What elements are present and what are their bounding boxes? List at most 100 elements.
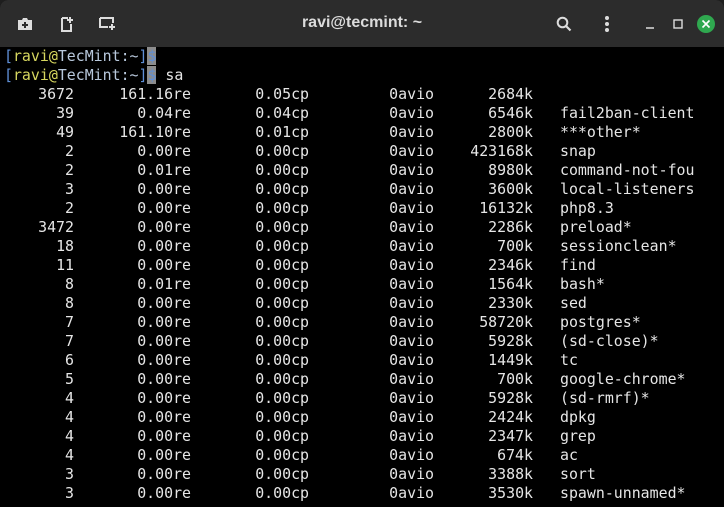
command-name-cell: (sd-rmrf)*	[560, 389, 650, 407]
real-time-cell: 0.00re	[137, 427, 191, 445]
menu-icon[interactable]	[595, 12, 619, 36]
search-icon[interactable]	[552, 12, 576, 36]
prompt-line: [ravi@TecMint:~]$	[4, 47, 157, 65]
cpu-time-cell: 0.00cp	[255, 370, 309, 388]
avg-io-cell: 0avio	[389, 408, 434, 426]
command-name-cell: ***other*	[560, 123, 641, 141]
table-row: 8 0.00re 0.00cp 0avio 2330k sed	[4, 294, 724, 313]
command-name-cell: grep	[560, 427, 596, 445]
real-time-cell: 0.00re	[137, 256, 191, 274]
real-time-cell: 0.00re	[137, 408, 191, 426]
minimize-icon[interactable]	[638, 12, 662, 36]
cpu-time-cell: 0.00cp	[255, 142, 309, 160]
cpu-time-cell: 0.00cp	[255, 332, 309, 350]
calls-cell: 7	[65, 313, 74, 331]
memory-cell: 2286k	[488, 218, 533, 236]
command-name-cell: sed	[560, 294, 587, 312]
memory-cell: 2800k	[488, 123, 533, 141]
real-time-cell: 0.00re	[137, 370, 191, 388]
real-time-cell: 0.00re	[137, 237, 191, 255]
table-row: 3472 0.00re 0.00cp 0avio 2286k preload*	[4, 218, 724, 237]
memory-cell: 8980k	[488, 161, 533, 179]
command-name-cell: bash*	[560, 275, 605, 293]
table-row: 4 0.00re 0.00cp 0avio 2347k grep	[4, 427, 724, 446]
calls-cell: 11	[56, 256, 74, 274]
calls-cell: 3472	[38, 218, 74, 236]
terminal-output[interactable]: [ravi@TecMint:~]$ [ravi@TecMint:~]$ sa 3…	[0, 47, 724, 507]
avg-io-cell: 0avio	[389, 484, 434, 502]
cpu-time-cell: 0.00cp	[255, 351, 309, 369]
table-row: 3 0.00re 0.00cp 0avio 3600k local-listeners	[4, 180, 724, 199]
memory-cell: 1564k	[488, 275, 533, 293]
cpu-time-cell: 0.05cp	[255, 85, 309, 103]
calls-cell: 7	[65, 332, 74, 350]
prompt-line: [ravi@TecMint:~]$ sa	[4, 66, 184, 84]
cpu-time-cell: 0.00cp	[255, 237, 309, 255]
calls-cell: 4	[65, 446, 74, 464]
command-name-cell: snap	[560, 142, 596, 160]
cpu-time-cell: 0.00cp	[255, 199, 309, 217]
real-time-cell: 0.00re	[137, 142, 191, 160]
real-time-cell: 0.00re	[137, 218, 191, 236]
calls-cell: 8	[65, 275, 74, 293]
avg-io-cell: 0avio	[389, 199, 434, 217]
calls-cell: 3	[65, 180, 74, 198]
memory-cell: 3388k	[488, 465, 533, 483]
cpu-time-cell: 0.00cp	[255, 427, 309, 445]
table-row: 4 0.00re 0.00cp 0avio 5928k (sd-rmrf)*	[4, 389, 724, 408]
table-row: 7 0.00re 0.00cp 0avio 58720k postgres*	[4, 313, 724, 332]
close-button[interactable]	[694, 12, 718, 36]
avg-io-cell: 0avio	[389, 313, 434, 331]
calls-cell: 3672	[38, 85, 74, 103]
command-name-cell: local-listeners	[560, 180, 695, 198]
close-icon	[697, 15, 715, 33]
cpu-time-cell: 0.00cp	[255, 465, 309, 483]
table-row: 8 0.01re 0.00cp 0avio 1564k bash*	[4, 275, 724, 294]
cpu-time-cell: 0.00cp	[255, 484, 309, 502]
calls-cell: 4	[65, 427, 74, 445]
cpu-time-cell: 0.00cp	[255, 256, 309, 274]
avg-io-cell: 0avio	[389, 256, 434, 274]
avg-io-cell: 0avio	[389, 237, 434, 255]
calls-cell: 6	[65, 351, 74, 369]
cpu-time-cell: 0.00cp	[255, 218, 309, 236]
real-time-cell: 0.00re	[137, 199, 191, 217]
command: sa	[165, 66, 184, 84]
cpu-time-cell: 0.00cp	[255, 294, 309, 312]
avg-io-cell: 0avio	[389, 370, 434, 388]
table-row: 3672 161.16re 0.05cp 0avio 2684k	[4, 85, 724, 104]
table-row: 11 0.00re 0.00cp 0avio 2346k find	[4, 256, 724, 275]
command-name-cell: fail2ban-client	[560, 104, 695, 122]
memory-cell: 16132k	[479, 199, 533, 217]
table-row: 3 0.00re 0.00cp 0avio 3388k sort	[4, 465, 724, 484]
cpu-time-cell: 0.00cp	[255, 180, 309, 198]
avg-io-cell: 0avio	[389, 142, 434, 160]
memory-cell: 2684k	[488, 85, 533, 103]
table-row: 4 0.00re 0.00cp 0avio 674k ac	[4, 446, 724, 465]
real-time-cell: 161.16re	[119, 85, 191, 103]
calls-cell: 3	[65, 484, 74, 502]
table-row: 4 0.00re 0.00cp 0avio 2424k dpkg	[4, 408, 724, 427]
table-row: 2 0.00re 0.00cp 0avio 423168k snap	[4, 142, 724, 161]
avg-io-cell: 0avio	[389, 85, 434, 103]
real-time-cell: 0.00re	[137, 351, 191, 369]
calls-cell: 49	[56, 123, 74, 141]
avg-io-cell: 0avio	[389, 180, 434, 198]
real-time-cell: 0.00re	[137, 465, 191, 483]
table-row: 3 0.00re 0.00cp 0avio 3530k spawn-unnamed*	[4, 484, 724, 503]
calls-cell: 4	[65, 389, 74, 407]
avg-io-cell: 0avio	[389, 446, 434, 464]
table-row: 7 0.00re 0.00cp 0avio 5928k (sd-close)*	[4, 332, 724, 351]
command-name-cell: preload*	[560, 218, 632, 236]
memory-cell: 5928k	[488, 389, 533, 407]
real-time-cell: 0.00re	[137, 446, 191, 464]
memory-cell: 674k	[497, 446, 533, 464]
avg-io-cell: 0avio	[389, 161, 434, 179]
command-name-cell: ac	[560, 446, 578, 464]
cpu-time-cell: 0.00cp	[255, 408, 309, 426]
real-time-cell: 0.00re	[137, 180, 191, 198]
real-time-cell: 0.00re	[137, 313, 191, 331]
maximize-icon[interactable]	[666, 12, 690, 36]
calls-cell: 18	[56, 237, 74, 255]
avg-io-cell: 0avio	[389, 465, 434, 483]
